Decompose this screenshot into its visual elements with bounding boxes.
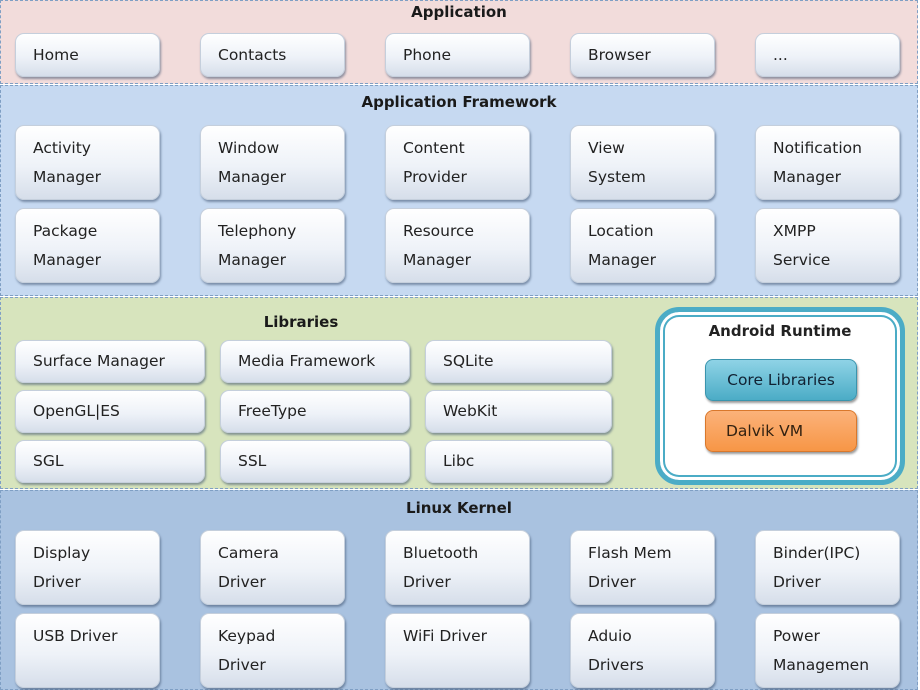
- kernel-title: Linux Kernel: [406, 499, 512, 517]
- framework-box: Notification Manager: [755, 125, 900, 200]
- box-label: Browser: [588, 45, 651, 64]
- box-label: Package: [33, 221, 98, 240]
- library-box: FreeType: [220, 390, 410, 433]
- driver-box: Aduio Drivers: [570, 613, 715, 688]
- box-label: View: [588, 138, 625, 157]
- app-box: Home: [15, 33, 160, 77]
- application-title: Application: [411, 3, 507, 21]
- framework-box: Telephony Manager: [200, 208, 345, 283]
- box-label: Driver: [33, 572, 81, 591]
- box-label: WebKit: [443, 402, 498, 420]
- library-box: Surface Manager: [15, 340, 205, 383]
- box-label: USB Driver: [33, 627, 118, 645]
- library-box: SSL: [220, 440, 410, 483]
- box-label: Driver: [218, 655, 266, 674]
- box-label: SSL: [238, 452, 267, 470]
- driver-box: WiFi Driver: [385, 613, 530, 688]
- box-label: Media Framework: [238, 352, 376, 370]
- driver-box: Flash Mem Driver: [570, 530, 715, 605]
- box-label: SQLite: [443, 352, 494, 370]
- box-label: Driver: [588, 572, 636, 591]
- box-label: Power: [773, 626, 820, 645]
- box-label: OpenGL|ES: [33, 402, 120, 420]
- box-label: Managemen: [773, 655, 870, 674]
- runtime-title: Android Runtime: [708, 322, 852, 340]
- box-label: Flash Mem: [588, 543, 672, 562]
- box-label: Aduio: [588, 626, 632, 645]
- android-runtime: Android Runtime Core Libraries Dalvik VM: [655, 307, 905, 485]
- box-label: Activity: [33, 138, 91, 157]
- driver-box: Bluetooth Driver: [385, 530, 530, 605]
- library-box: Libc: [425, 440, 612, 483]
- library-box: WebKit: [425, 390, 612, 433]
- box-label: Window: [218, 138, 280, 157]
- box-label: Location: [588, 221, 654, 240]
- box-label: Keypad: [218, 626, 276, 645]
- library-box: Media Framework: [220, 340, 410, 383]
- box-label: Telephony: [218, 221, 297, 240]
- box-label: Manager: [33, 167, 101, 186]
- box-label: Camera: [218, 543, 279, 562]
- library-box: SGL: [15, 440, 205, 483]
- framework-box: Location Manager: [570, 208, 715, 283]
- box-label: Contacts: [218, 45, 287, 64]
- framework-box: XMPP Service: [755, 208, 900, 283]
- box-label: XMPP: [773, 221, 816, 240]
- box-label: SGL: [33, 452, 64, 470]
- box-label: Binder(IPC): [773, 543, 861, 562]
- box-label: Manager: [218, 167, 286, 186]
- box-label: ...: [773, 45, 788, 64]
- box-label: Display: [33, 543, 91, 562]
- framework-box: Activity Manager: [15, 125, 160, 200]
- driver-box: Camera Driver: [200, 530, 345, 605]
- box-label: Service: [773, 250, 831, 269]
- box-label: Surface Manager: [33, 352, 165, 370]
- box-label: Bluetooth: [403, 543, 479, 562]
- box-label: Manager: [588, 250, 656, 269]
- box-label: Libc: [443, 452, 475, 470]
- box-label: Driver: [218, 572, 266, 591]
- box-label: Manager: [218, 250, 286, 269]
- driver-box: Binder(IPC) Driver: [755, 530, 900, 605]
- driver-box: Power Managemen: [755, 613, 900, 688]
- box-label: Phone: [403, 45, 452, 64]
- box-label: Driver: [403, 572, 451, 591]
- library-box: SQLite: [425, 340, 612, 383]
- box-label: WiFi Driver: [403, 627, 488, 645]
- box-label: Manager: [33, 250, 101, 269]
- app-box: Phone: [385, 33, 530, 77]
- app-box: Browser: [570, 33, 715, 77]
- core-libraries-box: Core Libraries: [705, 359, 857, 401]
- box-label: Provider: [403, 167, 467, 186]
- box-label: Resource: [403, 221, 475, 240]
- dalvik-vm-box: Dalvik VM: [705, 410, 857, 452]
- box-label: System: [588, 167, 646, 186]
- box-label: Manager: [403, 250, 471, 269]
- box-label: Drivers: [588, 655, 644, 674]
- framework-box: View System: [570, 125, 715, 200]
- driver-box: USB Driver: [15, 613, 160, 688]
- framework-box: Window Manager: [200, 125, 345, 200]
- app-box: ...: [755, 33, 900, 77]
- driver-box: Keypad Driver: [200, 613, 345, 688]
- library-box: OpenGL|ES: [15, 390, 205, 433]
- box-label: Home: [33, 45, 79, 64]
- framework-box: Package Manager: [15, 208, 160, 283]
- box-label: Notification: [773, 138, 862, 157]
- framework-box: Content Provider: [385, 125, 530, 200]
- framework-title: Application Framework: [361, 93, 557, 111]
- libraries-title: Libraries: [263, 313, 339, 331]
- app-box: Contacts: [200, 33, 345, 77]
- box-label: FreeType: [238, 402, 307, 420]
- framework-box: Resource Manager: [385, 208, 530, 283]
- box-label: Driver: [773, 572, 821, 591]
- box-label: Content: [403, 138, 465, 157]
- box-label: Manager: [773, 167, 841, 186]
- driver-box: Display Driver: [15, 530, 160, 605]
